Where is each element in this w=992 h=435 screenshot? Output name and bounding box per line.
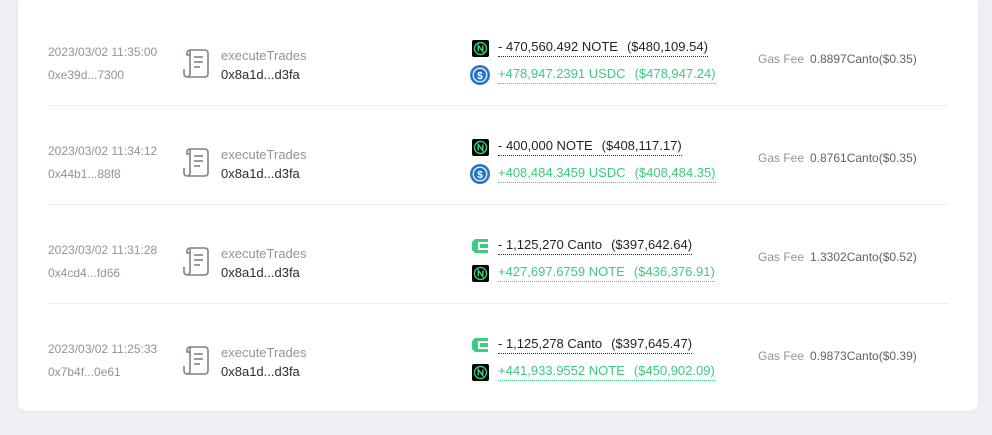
timestamp: 2023/03/02 11:25:33 <box>48 342 158 356</box>
method-name: executeTrades <box>221 246 307 261</box>
transaction-row[interactable]: 2023/03/02 11:35:00 0xe39d...7300 execut… <box>48 7 948 106</box>
token-out: - 1,125,278 Canto ($397,645.47) <box>470 335 693 355</box>
transaction-row[interactable]: 2023/03/02 11:34:12 0x44b1...88f8 execut… <box>48 106 948 205</box>
gas-fee-value: 0.9873Canto($0.39) <box>810 349 917 363</box>
token-out-amount[interactable]: - 1,125,270 Canto ($397,642.64) <box>498 237 693 255</box>
contract-document-icon <box>183 49 209 78</box>
token-in-amount[interactable]: +478,947.2391 USDC ($478,947.24) <box>498 66 716 84</box>
gas-fee-value: 0.8897Canto($0.35) <box>810 52 917 66</box>
token-in: $ +408,484.3459 USDC ($408,484.35) <box>470 164 716 184</box>
token-out-amount[interactable]: - 400,000 NOTE ($408,117.17) <box>498 138 682 156</box>
transaction-row[interactable]: 2023/03/02 11:31:28 0x4cd4...fd66 execut… <box>48 205 948 304</box>
usdc-icon: $ <box>470 65 490 85</box>
note-icon <box>470 38 490 58</box>
usdc-icon: $ <box>470 164 490 184</box>
tx-hash-link[interactable]: 0xe39d...7300 <box>48 68 124 82</box>
transaction-row[interactable]: 2023/03/02 11:25:33 0x7b4f...0e61 execut… <box>48 304 948 403</box>
timestamp: 2023/03/02 11:35:00 <box>48 45 158 59</box>
usd-value: ($397,642.64) <box>611 237 693 252</box>
contract-document-icon <box>183 247 209 276</box>
timestamp: 2023/03/02 11:31:28 <box>48 243 158 257</box>
usd-value: ($408,484.35) <box>634 165 716 180</box>
method-name: executeTrades <box>221 48 307 63</box>
canto-icon <box>470 335 490 355</box>
timestamp: 2023/03/02 11:34:12 <box>48 144 158 158</box>
contract-address-link[interactable]: 0x8a1d...d3fa <box>221 364 300 379</box>
contract-document-icon <box>183 346 209 375</box>
tx-hash-link[interactable]: 0x7b4f...0e61 <box>48 365 121 379</box>
amount: - 470,560.492 NOTE <box>498 39 618 54</box>
method-name: executeTrades <box>221 147 307 162</box>
token-out: - 1,125,270 Canto ($397,642.64) <box>470 236 693 256</box>
amount: - 1,125,270 Canto <box>498 237 603 252</box>
transactions-card: 2023/03/02 11:35:00 0xe39d...7300 execut… <box>18 0 978 411</box>
token-in: +441,933.9552 NOTE ($450,902.09) <box>470 362 715 382</box>
gas-fee-label: Gas Fee <box>758 151 805 165</box>
token-in-amount[interactable]: +441,933.9552 NOTE ($450,902.09) <box>498 363 715 381</box>
token-in: +427,697.6759 NOTE ($436,376.91) <box>470 263 715 283</box>
contract-address-link[interactable]: 0x8a1d...d3fa <box>221 265 300 280</box>
token-in-amount[interactable]: +427,697.6759 NOTE ($436,376.91) <box>498 264 715 282</box>
token-out-amount[interactable]: - 1,125,278 Canto ($397,645.47) <box>498 336 693 354</box>
gas-fee-label: Gas Fee <box>758 250 805 264</box>
svg-text:$: $ <box>477 71 483 82</box>
usd-value: ($397,645.47) <box>611 336 693 351</box>
token-in: $ +478,947.2391 USDC ($478,947.24) <box>470 65 716 85</box>
usd-value: ($436,376.91) <box>633 264 715 279</box>
note-icon <box>470 263 490 283</box>
usd-value: ($408,117.17) <box>601 138 682 153</box>
gas-fee-label: Gas Fee <box>758 52 805 66</box>
amount: +408,484.3459 USDC <box>498 165 626 180</box>
gas-fee-value: 0.8761Canto($0.35) <box>810 151 917 165</box>
canto-icon <box>470 236 490 256</box>
amount: - 1,125,278 Canto <box>498 336 603 351</box>
token-in-amount[interactable]: +408,484.3459 USDC ($408,484.35) <box>498 165 716 183</box>
amount: - 400,000 NOTE <box>498 138 593 153</box>
note-icon <box>470 137 490 157</box>
amount: +441,933.9552 NOTE <box>498 363 625 378</box>
tx-hash-link[interactable]: 0x4cd4...fd66 <box>48 266 120 280</box>
token-out: - 400,000 NOTE ($408,117.17) <box>470 137 682 157</box>
contract-address-link[interactable]: 0x8a1d...d3fa <box>221 166 300 181</box>
usd-value: ($480,109.54) <box>626 39 708 54</box>
svg-text:$: $ <box>477 170 483 181</box>
note-icon <box>470 362 490 382</box>
tx-hash-link[interactable]: 0x44b1...88f8 <box>48 167 121 181</box>
contract-document-icon <box>183 148 209 177</box>
usd-value: ($478,947.24) <box>634 66 716 81</box>
amount: +427,697.6759 NOTE <box>498 264 625 279</box>
gas-fee-label: Gas Fee <box>758 349 805 363</box>
token-out-amount[interactable]: - 470,560.492 NOTE ($480,109.54) <box>498 39 708 57</box>
gas-fee-value: 1.3302Canto($0.52) <box>810 250 917 264</box>
amount: +478,947.2391 USDC <box>498 66 626 81</box>
usd-value: ($450,902.09) <box>633 363 715 378</box>
contract-address-link[interactable]: 0x8a1d...d3fa <box>221 67 300 82</box>
token-out: - 470,560.492 NOTE ($480,109.54) <box>470 38 708 58</box>
method-name: executeTrades <box>221 345 307 360</box>
